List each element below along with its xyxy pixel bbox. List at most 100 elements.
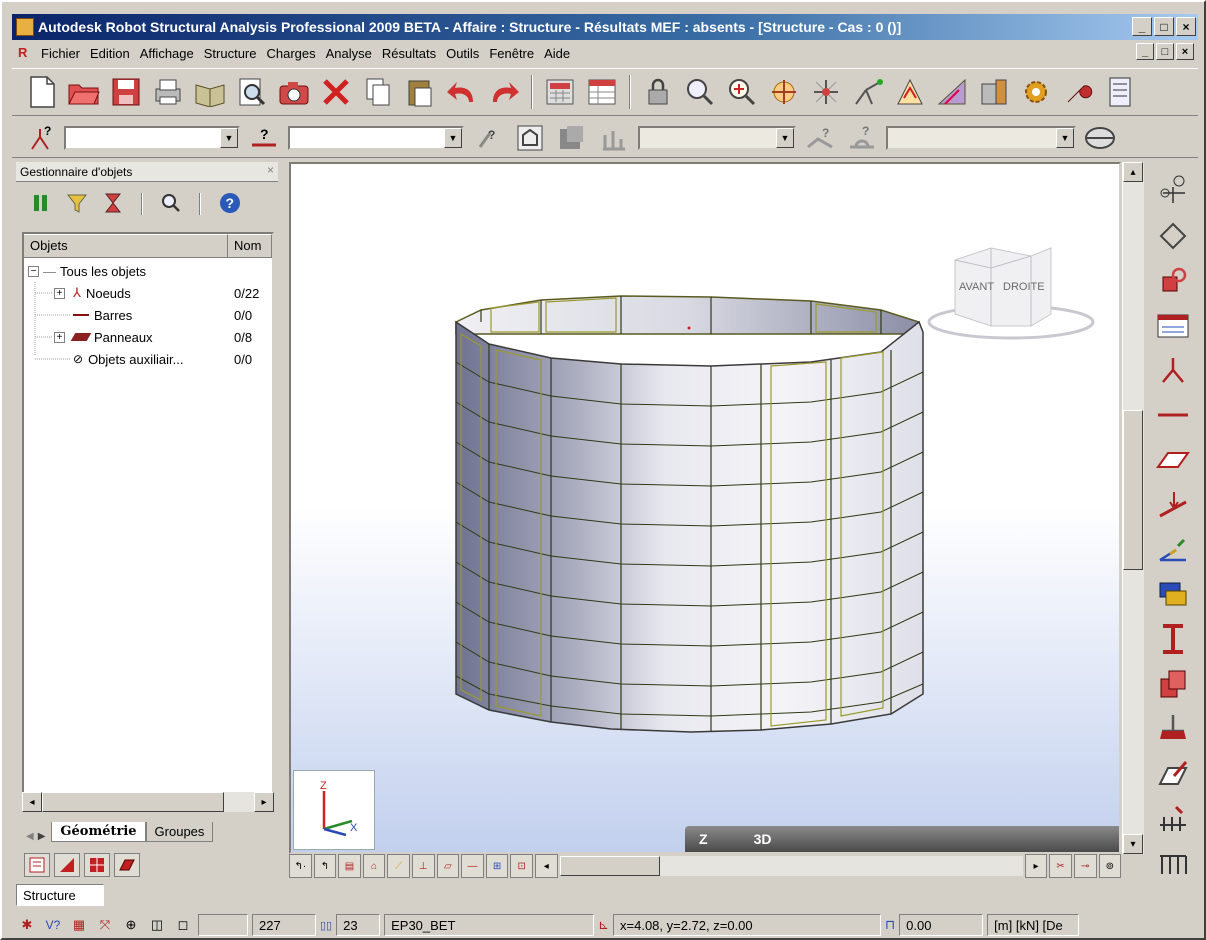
menu-fenetre[interactable]: Fenêtre (484, 46, 539, 61)
offset-icon[interactable] (1155, 575, 1191, 614)
view-tool-icon[interactable]: ✂ (1049, 854, 1072, 878)
view-tool-icon[interactable]: ⌂ (362, 854, 386, 878)
component-select-icon[interactable]: ? (844, 120, 880, 156)
view-horizontal-scrollbar[interactable] (559, 856, 1023, 876)
delete-icon[interactable] (318, 74, 354, 110)
scroll-down-icon[interactable]: ▾ (1123, 834, 1143, 854)
camera-icon[interactable] (276, 74, 312, 110)
dropdown-arrow-icon[interactable]: ▼ (1056, 127, 1074, 148)
combination-icon[interactable] (596, 120, 632, 156)
mesh-icon[interactable] (84, 853, 110, 877)
print-preview-icon[interactable] (234, 74, 270, 110)
scroll-thumb[interactable] (42, 792, 224, 812)
print-icon[interactable] (150, 74, 186, 110)
menu-outils[interactable]: Outils (441, 46, 484, 61)
book-icon[interactable] (192, 74, 228, 110)
maximize-button[interactable]: □ (1154, 17, 1174, 36)
status-tool-icon[interactable]: ✱ (16, 917, 38, 933)
dropdown-arrow-icon[interactable]: ▼ (776, 127, 794, 148)
settings-gear-icon[interactable] (1018, 74, 1054, 110)
display-icon[interactable] (512, 120, 548, 156)
surface-icon[interactable] (114, 853, 140, 877)
dropdown-arrow-icon[interactable]: ▼ (444, 127, 462, 148)
section-icon[interactable] (54, 853, 80, 877)
tree-horizontal-scrollbar[interactable]: ◂ ▸ (22, 792, 274, 812)
menu-edition[interactable]: Edition (85, 46, 135, 61)
building-icon[interactable] (976, 74, 1012, 110)
lock-icon[interactable] (640, 74, 676, 110)
data-table-icon[interactable] (584, 74, 620, 110)
view-tool-icon[interactable]: ↰ (313, 854, 337, 878)
status-tool-icon[interactable]: ◻ (172, 917, 194, 933)
node-support-icon[interactable] (1155, 172, 1191, 211)
zoom-window-icon[interactable] (724, 74, 760, 110)
hourglass-icon[interactable] (102, 191, 124, 218)
bar-select-icon[interactable]: ? (246, 120, 282, 156)
scroll-thumb[interactable] (559, 856, 660, 876)
save-disk-icon[interactable] (108, 74, 144, 110)
help-icon[interactable]: ? (218, 191, 242, 218)
support-icon[interactable] (1155, 709, 1191, 748)
view-tool-icon[interactable]: ▱ (436, 854, 460, 878)
panel-icon[interactable] (1155, 441, 1191, 480)
model-tree-icon[interactable] (934, 74, 970, 110)
cube-face-front[interactable]: AVANT (959, 281, 994, 293)
case-select-icon[interactable]: ? (470, 120, 506, 156)
view-label-z[interactable]: Z (685, 831, 708, 847)
status-tool-icon[interactable]: ⤧ (94, 917, 116, 933)
status-tool-icon[interactable]: ⊕ (120, 917, 142, 933)
redo-icon[interactable] (486, 74, 522, 110)
load-case-combo[interactable]: ▼ (638, 125, 796, 150)
view-tool-icon[interactable]: ⊥ (411, 854, 435, 878)
shape-icon[interactable] (1082, 120, 1118, 156)
menu-affichage[interactable]: Affichage (135, 46, 199, 61)
status-tool-icon[interactable]: ▦ (68, 917, 90, 933)
zoom-icon[interactable] (682, 74, 718, 110)
cube-face-right[interactable]: DROITE (1003, 281, 1045, 293)
viewport-vertical-scrollbar[interactable]: ▴ ▾ (1122, 162, 1144, 854)
edit-icon[interactable] (1155, 754, 1191, 793)
status-units[interactable]: [m] [kN] [De (987, 914, 1080, 936)
status-tool-icon[interactable]: V? (42, 918, 64, 932)
view-tool-icon[interactable]: ↰· (289, 854, 312, 878)
app-icon[interactable] (16, 18, 34, 36)
geometry-icon[interactable] (1155, 217, 1191, 256)
calculator-icon[interactable] (542, 74, 578, 110)
doc-close-button[interactable]: × (1176, 43, 1194, 60)
layout-icon[interactable] (1102, 74, 1138, 110)
status-tool-icon[interactable]: ◫ (146, 917, 168, 933)
view-mode-bar[interactable]: Z 3D (685, 826, 1119, 852)
view-tool-icon[interactable]: ⊸ (1073, 854, 1097, 878)
dimension-icon[interactable] (1155, 799, 1191, 838)
open-folder-icon[interactable] (66, 74, 102, 110)
tank-model[interactable]: AVANT DROITE (291, 164, 1119, 852)
document-icon[interactable]: R (18, 45, 32, 61)
close-icon[interactable]: × (267, 163, 274, 177)
bar-icon[interactable] (1155, 396, 1191, 435)
menu-fichier[interactable]: Fichier (36, 46, 85, 61)
search-icon[interactable] (160, 191, 182, 218)
snap-icon[interactable] (808, 74, 844, 110)
node-icon[interactable] (1155, 351, 1191, 390)
section-icon[interactable] (1155, 620, 1191, 659)
structure-label[interactable]: Structure (16, 884, 104, 906)
release-icon[interactable] (1155, 262, 1191, 301)
table-view-icon[interactable] (1155, 306, 1191, 345)
filter-icon[interactable] (30, 191, 52, 218)
object-tree[interactable]: Objets Nom − — Tous les objets + ⅄ Noeud… (22, 232, 274, 798)
scroll-thumb[interactable] (1123, 410, 1143, 570)
dropdown-arrow-icon[interactable]: ▼ (220, 127, 238, 148)
scroll-right-icon[interactable]: ▸ (254, 792, 274, 812)
title-bar[interactable]: Autodesk Robot Structural Analysis Profe… (12, 14, 1198, 40)
tab-geometrie[interactable]: Géométrie (51, 822, 146, 842)
scroll-left-icon[interactable]: ◂ (534, 854, 558, 878)
wrench-icon[interactable] (1060, 74, 1096, 110)
menu-analyse[interactable]: Analyse (321, 46, 377, 61)
snap-load-icon[interactable] (1155, 530, 1191, 569)
menu-aide[interactable]: Aide (539, 46, 575, 61)
pan-icon[interactable] (766, 74, 802, 110)
grid-icon[interactable] (892, 74, 928, 110)
paste-icon[interactable] (402, 74, 438, 110)
scroll-right-icon[interactable]: ▸ (1024, 854, 1048, 878)
new-file-icon[interactable] (24, 74, 60, 110)
